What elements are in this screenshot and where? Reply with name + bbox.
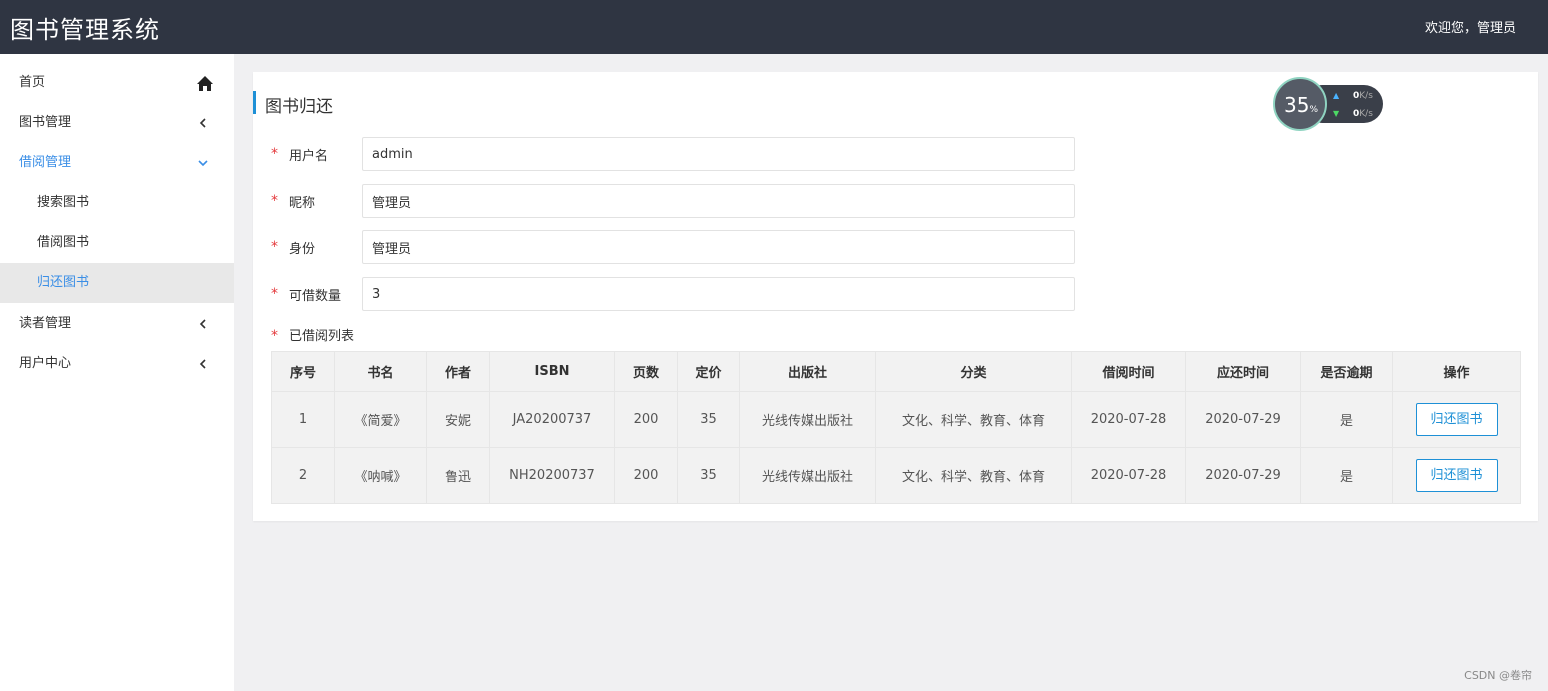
sidebar-item-home[interactable]: 首页 <box>0 63 234 103</box>
column-header: 序号 <box>271 351 335 392</box>
table-cell: 2020-07-28 <box>1071 391 1186 448</box>
sidebar-subitem-label: 借阅图书 <box>37 235 90 250</box>
table-cell-action: 归还图书 <box>1392 447 1521 504</box>
chevron-down-icon <box>196 143 210 183</box>
table-cell: 2020-07-28 <box>1071 447 1186 504</box>
top-bar: 图书管理系统 欢迎您，管理员 <box>0 0 1548 54</box>
column-header: 页数 <box>614 351 678 392</box>
column-header: ISBN <box>489 351 615 392</box>
chevron-left-icon <box>196 304 210 344</box>
download-speed: 0K/s <box>1353 109 1373 119</box>
required-mark: * <box>271 328 278 344</box>
sidebar-item-label: 图书管理 <box>19 115 72 130</box>
field-label: 可借数量 <box>289 289 342 304</box>
home-icon <box>196 63 213 103</box>
sidebar-item-label: 借阅管理 <box>19 155 72 170</box>
table-cell: 2020-07-29 <box>1185 391 1301 448</box>
upload-arrow-icon: ▲ <box>1333 91 1340 100</box>
column-header: 借阅时间 <box>1071 351 1186 392</box>
sidebar-subitem-borrow-books[interactable]: 借阅图书 <box>0 223 234 263</box>
page-title: 图书归还 <box>265 97 333 117</box>
field-label: 用户名 <box>289 149 329 164</box>
table-cell: 安妮 <box>426 391 490 448</box>
required-mark: * <box>271 193 278 209</box>
sidebar-item-book-management[interactable]: 图书管理 <box>0 103 234 143</box>
field-label: 昵称 <box>289 196 316 211</box>
table-cell: JA20200737 <box>489 391 615 448</box>
table-cell: 1 <box>271 391 335 448</box>
table-cell: 《呐喊》 <box>334 447 427 504</box>
sidebar-item-label: 首页 <box>19 75 46 90</box>
table-cell: 《简爱》 <box>334 391 427 448</box>
chevron-left-icon <box>196 103 210 143</box>
welcome-text: 欢迎您，管理员 <box>1424 21 1516 36</box>
table-cell: 光线传媒出版社 <box>739 447 876 504</box>
chevron-left-icon <box>196 344 210 384</box>
column-header: 作者 <box>426 351 490 392</box>
form-row-nickname: * 昵称 <box>271 184 1076 218</box>
network-speed-widget[interactable]: 35% ▲ 0K/s ▼ 0K/s <box>1273 77 1385 133</box>
required-mark: * <box>271 239 278 255</box>
table-cell: 鲁迅 <box>426 447 490 504</box>
form-row-identity: * 身份 <box>271 230 1076 264</box>
sidebar-subitem-return-books[interactable]: 归还图书 <box>0 263 234 303</box>
table-cell: NH20200737 <box>489 447 615 504</box>
table-cell: 是 <box>1300 391 1393 448</box>
table-cell: 35 <box>677 447 740 504</box>
return-book-button[interactable]: 归还图书 <box>1415 403 1498 436</box>
sidebar-item-label: 用户中心 <box>19 356 72 371</box>
return-book-panel: 图书归还 * 用户名 * 昵称 * 身份 * 可借数量 * 已借阅列表 序号 书… <box>253 72 1538 521</box>
table-cell: 2020-07-29 <box>1185 447 1301 504</box>
column-header: 是否逾期 <box>1300 351 1393 392</box>
sidebar-item-user-center[interactable]: 用户中心 <box>0 344 234 384</box>
sidebar-item-label: 读者管理 <box>19 316 72 331</box>
usage-percent: 35% <box>1284 93 1319 117</box>
field-label: 身份 <box>289 242 316 257</box>
column-header: 分类 <box>875 351 1072 392</box>
table-cell: 2 <box>271 447 335 504</box>
table-cell: 35 <box>677 391 740 448</box>
required-mark: * <box>271 286 278 302</box>
table-header-row: 序号 书名 作者 ISBN 页数 定价 出版社 分类 借阅时间 应还时间 是否逾… <box>271 351 1521 392</box>
identity-field[interactable] <box>362 230 1075 264</box>
return-book-button[interactable]: 归还图书 <box>1415 459 1498 492</box>
borrow-quota-field[interactable] <box>362 277 1075 311</box>
column-header: 书名 <box>334 351 427 392</box>
column-header: 定价 <box>677 351 740 392</box>
table-row: 1 《简爱》 安妮 JA20200737 200 35 光线传媒出版社 文化、科… <box>271 391 1521 448</box>
sidebar-item-borrow-management[interactable]: 借阅管理 <box>0 143 234 183</box>
borrowed-books-table: 序号 书名 作者 ISBN 页数 定价 出版社 分类 借阅时间 应还时间 是否逾… <box>271 351 1521 504</box>
table-cell: 200 <box>614 391 678 448</box>
sidebar-subitem-label: 搜索图书 <box>37 195 90 210</box>
usage-gauge: 35% <box>1273 77 1327 131</box>
table-cell: 文化、科学、教育、体育 <box>875 391 1072 448</box>
watermark: CSDN @卷帘 <box>1464 669 1532 682</box>
form-row-username: * 用户名 <box>271 137 1076 171</box>
upload-speed: 0K/s <box>1353 91 1373 101</box>
form-row-borrow-quota: * 可借数量 <box>271 277 1076 311</box>
download-arrow-icon: ▼ <box>1333 109 1340 118</box>
table-cell: 是 <box>1300 447 1393 504</box>
table-row: 2 《呐喊》 鲁迅 NH20200737 200 35 光线传媒出版社 文化、科… <box>271 447 1521 504</box>
column-header: 出版社 <box>739 351 876 392</box>
sidebar: 首页 图书管理 借阅管理 搜索图书 借阅图书 归还图书 读者管理 用户中心 <box>0 54 234 691</box>
username-field[interactable] <box>362 137 1075 171</box>
column-header: 应还时间 <box>1185 351 1301 392</box>
panel-title-accent <box>253 91 256 114</box>
required-mark: * <box>271 146 278 162</box>
sidebar-subitem-label: 归还图书 <box>37 275 90 290</box>
table-cell: 文化、科学、教育、体育 <box>875 447 1072 504</box>
column-header: 操作 <box>1392 351 1521 392</box>
nickname-field[interactable] <box>362 184 1075 218</box>
table-cell: 200 <box>614 447 678 504</box>
field-label: 已借阅列表 <box>289 329 355 344</box>
table-cell: 光线传媒出版社 <box>739 391 876 448</box>
sidebar-item-reader-management[interactable]: 读者管理 <box>0 304 234 344</box>
sidebar-subitem-search-books[interactable]: 搜索图书 <box>0 183 234 223</box>
app-title: 图书管理系统 <box>10 16 160 44</box>
table-cell-action: 归还图书 <box>1392 391 1521 448</box>
